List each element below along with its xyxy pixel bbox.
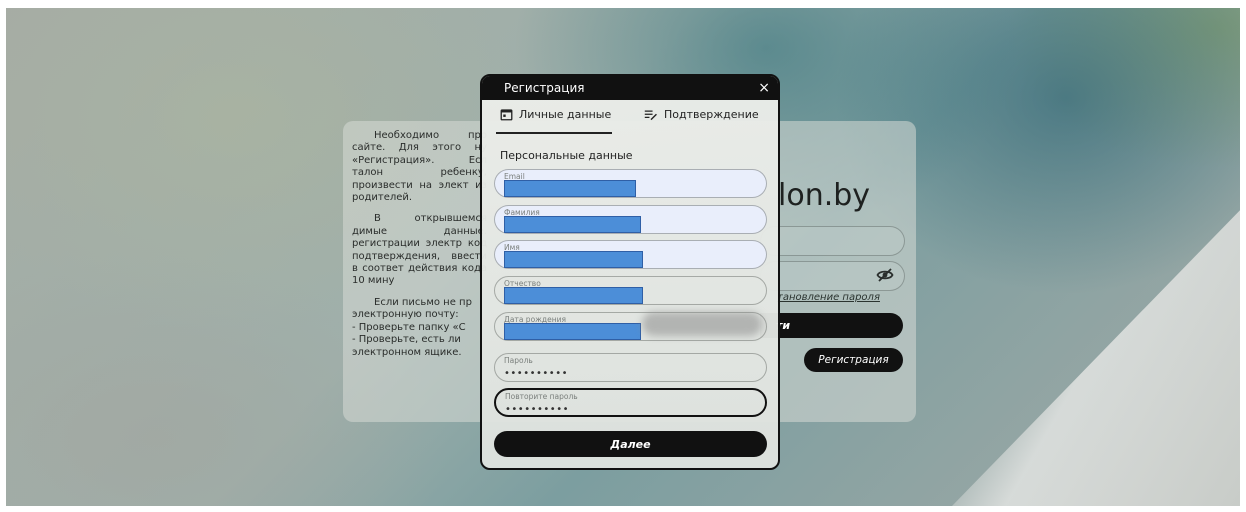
site-logo: lon.by xyxy=(778,178,871,213)
forgot-password-link[interactable]: тановление пароля xyxy=(777,292,880,303)
background-light-wedge xyxy=(952,210,1240,506)
instructions-paragraph-2: В открывшемся димые данные. регистрации … xyxy=(352,213,487,287)
instructions-line: Если письмо не пр xyxy=(374,296,472,308)
field-label: Пароль xyxy=(504,356,533,365)
instructions-line: электронном ящике. xyxy=(352,346,462,358)
redacted-value xyxy=(504,180,636,197)
tab-confirmation[interactable]: Подтверждение xyxy=(644,108,759,121)
patronymic-field[interactable]: Отчество xyxy=(494,276,767,305)
instructions-paragraph-1: Необходимо про сайте. Для этого ну «Реги… xyxy=(352,130,487,204)
redacted-value xyxy=(504,251,643,268)
password-field[interactable]: Пароль •••••••••• xyxy=(494,353,767,382)
blurred-overlay xyxy=(642,312,762,336)
next-button[interactable]: Далее xyxy=(494,431,767,457)
repeat-password-value: •••••••••• xyxy=(505,404,569,415)
login-input[interactable] xyxy=(760,226,905,256)
surname-field[interactable]: Фамилия xyxy=(494,205,767,234)
password-value: •••••••••• xyxy=(504,368,568,379)
tab-label: Личные данные xyxy=(519,108,612,121)
section-title: Персональные данные xyxy=(500,149,633,162)
redacted-value xyxy=(504,287,643,304)
active-tab-indicator xyxy=(496,132,612,134)
field-label: Повторите пароль xyxy=(505,392,578,401)
registration-modal: Регистрация × Личные данные Подтверждени… xyxy=(480,74,780,470)
email-field[interactable]: Email xyxy=(494,169,767,198)
calendar-icon xyxy=(500,109,513,121)
instructions-paragraph-3: Если письмо не пр электронную почту: - П… xyxy=(352,297,487,359)
first-name-field[interactable]: Имя xyxy=(494,240,767,269)
eye-off-icon[interactable] xyxy=(876,266,894,284)
step-tabs: Личные данные Подтверждение xyxy=(482,100,778,136)
instructions-line: электронную почту: xyxy=(352,309,459,321)
repeat-password-field[interactable]: Повторите пароль •••••••••• xyxy=(494,388,767,417)
tab-personal-data[interactable]: Личные данные xyxy=(500,108,611,121)
instructions-line: - Проверьте папку «С xyxy=(352,321,466,333)
instructions-text: Необходимо про сайте. Для этого ну «Реги… xyxy=(352,130,487,359)
tab-label: Подтверждение xyxy=(664,108,759,121)
instructions-line: - Проверьте, есть ли xyxy=(352,334,461,346)
edit-list-icon xyxy=(644,109,657,120)
login-button[interactable]: ти xyxy=(760,313,903,338)
modal-header: Регистрация × xyxy=(482,76,778,100)
close-icon[interactable]: × xyxy=(758,80,770,96)
redacted-value xyxy=(504,216,641,233)
redacted-value xyxy=(504,323,641,340)
modal-title: Регистрация xyxy=(504,81,585,95)
register-button[interactable]: Регистрация xyxy=(804,348,903,372)
